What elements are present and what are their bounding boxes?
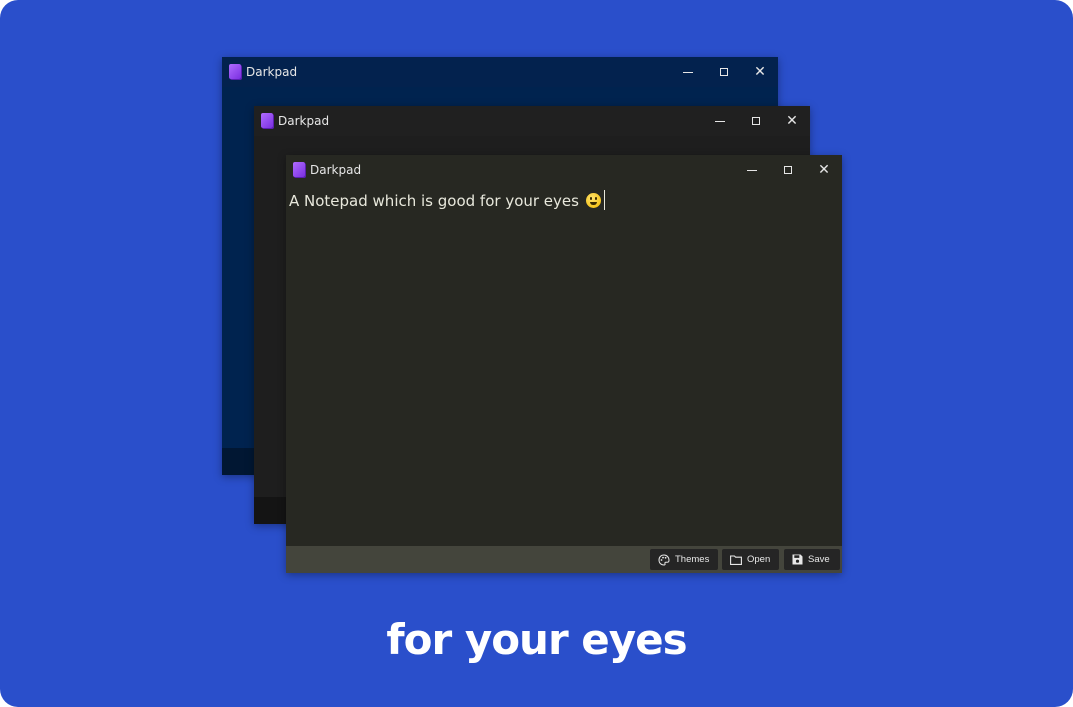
- status-bar: Themes Open Save: [286, 546, 842, 573]
- darkpad-logo-icon: [261, 113, 273, 128]
- title-bar[interactable]: Darkpad ✕: [222, 57, 778, 87]
- window-title: Darkpad: [278, 114, 330, 128]
- maximize-button[interactable]: [738, 106, 774, 136]
- minimize-icon: [715, 120, 725, 122]
- palette-icon: [658, 553, 670, 566]
- darkpad-logo-icon: [229, 64, 241, 79]
- close-icon: ✕: [786, 113, 798, 129]
- window-title: Darkpad: [246, 65, 298, 79]
- darkpad-logo-icon: [293, 162, 305, 177]
- tagline-heading: for your eyes: [386, 615, 687, 664]
- maximize-icon: [752, 117, 760, 125]
- darkpad-window-monokai: Darkpad ✕ A Notepad which is good for yo…: [286, 155, 842, 573]
- themes-button[interactable]: Themes: [650, 549, 718, 570]
- maximize-button[interactable]: [706, 57, 742, 87]
- minimize-button[interactable]: [670, 57, 706, 87]
- promo-canvas: Darkpad ✕ Darkpad ✕ Darkpad ✕ A Notepad …: [0, 0, 1073, 707]
- minimize-icon: [747, 169, 757, 171]
- close-button[interactable]: ✕: [742, 57, 778, 87]
- text-caret: [603, 190, 605, 210]
- grinning-face-emoji-icon: [585, 193, 601, 208]
- close-button[interactable]: ✕: [774, 106, 810, 136]
- folder-icon: [730, 554, 742, 565]
- themes-label: Themes: [675, 553, 710, 565]
- minimize-button[interactable]: [702, 106, 738, 136]
- window-title: Darkpad: [310, 163, 362, 177]
- open-button[interactable]: Open: [722, 549, 779, 570]
- floppy-disk-icon: [792, 554, 803, 565]
- save-label: Save: [808, 553, 830, 565]
- maximize-icon: [784, 166, 792, 174]
- minimize-icon: [683, 71, 693, 73]
- title-bar[interactable]: Darkpad ✕: [254, 106, 810, 136]
- save-button[interactable]: Save: [784, 549, 840, 570]
- maximize-button[interactable]: [770, 155, 806, 185]
- maximize-icon: [720, 68, 728, 76]
- close-icon: ✕: [754, 64, 766, 80]
- title-bar[interactable]: Darkpad ✕: [286, 155, 842, 185]
- open-label: Open: [747, 553, 771, 565]
- minimize-button[interactable]: [734, 155, 770, 185]
- editor-text: A Notepad which is good for your eyes: [289, 192, 579, 210]
- close-button[interactable]: ✕: [806, 155, 842, 185]
- editor-area[interactable]: A Notepad which is good for your eyes: [286, 185, 842, 546]
- close-icon: ✕: [818, 162, 830, 178]
